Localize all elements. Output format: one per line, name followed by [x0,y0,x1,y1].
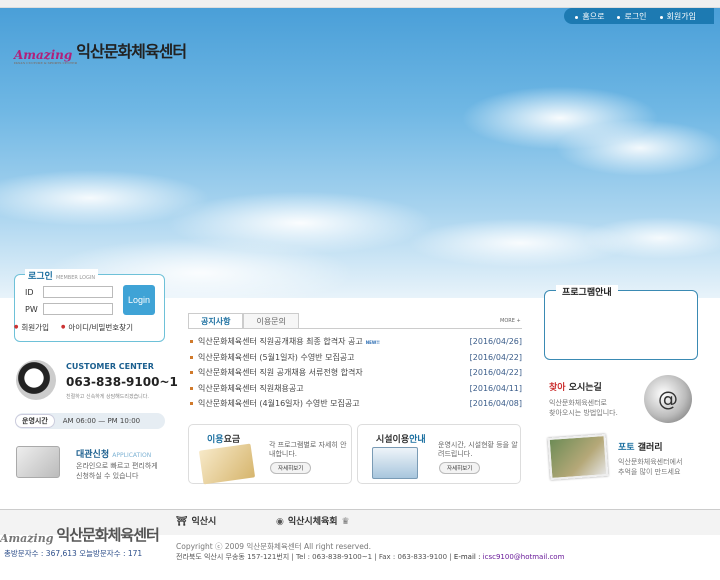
calculator-icon [198,443,256,485]
hours-label: 운영시간 [15,414,55,428]
list-item[interactable]: 익산문화체육센터 직원공개채용 최종 합격자 공고 NEW!! [2016/04/2… [190,334,522,350]
top-strip [0,0,720,8]
copyright: Copyright ⓒ 2009 익산문화체육센터 All right rese… [176,542,371,551]
program-title[interactable]: 프로그램안내 [556,285,618,298]
top-nav: 홈으로 로그인 회원가입 [564,8,714,24]
operating-hours: 운영시간 AM 06:00 — PM 10:00 [15,413,165,429]
list-item[interactable]: 익산문화체육센터 직원 공개채용 서류전형 합격자 [2016/04/22] [190,365,522,381]
nav-join-link[interactable]: 회원가입 [657,11,706,22]
login-title: 로그인 MEMBER LOGIN [25,269,99,282]
fee-detail-button[interactable]: 자세히보기 [270,462,312,474]
footer-logo-mark: Amazing [0,532,54,545]
id-label: ID [25,287,34,297]
facility-detail-button[interactable]: 자세히보기 [439,462,481,474]
email-link[interactable]: icsc9100@hotmail.com [483,553,565,561]
notice-date: [2016/04/08] [469,399,522,409]
login-button[interactable]: Login [123,285,155,315]
id-row: ID [25,286,113,298]
notice-tabs: 공지사항 이용문의 [188,313,299,329]
facility-desc: 운영시간, 시설현황 등을 알려드립니다. [438,441,518,458]
tab-notice[interactable]: 공지사항 [188,313,244,329]
address: 전라북도 익산시 무송동 157-121번지 | Tel : 063-838-9… [176,553,565,561]
login-links: 회원가입 아이디/비밀번호찾기 [14,322,133,333]
notice-date: [2016/04/22] [469,352,522,362]
notice-date: [2016/04/11] [469,383,522,393]
pw-row: PW [25,303,113,315]
notice-list: 익산문화체육센터 직원공개채용 최종 합격자 공고 NEW!! [2016/04/2… [190,334,522,412]
laptop-icon[interactable] [16,446,60,478]
customer-phone: 063-838-9100~1 [66,375,178,389]
application-desc: 온라인으로 빠르고 편리하게 신청하실 수 있습니다 [76,462,158,480]
notice-date: [2016/04/22] [469,368,522,378]
more-link[interactable]: MORE + [500,318,521,324]
facility-title: 시설이용안내 [376,435,426,445]
hours-value: AM 06:00 — PM 10:00 [62,417,141,425]
notice-date: [2016/04/26] [469,337,522,347]
logo-mark: Amazing IKSAN CULTURE & SPORTS CENTER [14,48,77,65]
calendar-icon [372,447,418,479]
fee-desc: 각 프로그램별로 자세히 안내합니다. [269,441,347,458]
gallery-title[interactable]: 포토 갤러리 [618,440,663,453]
program-box[interactable] [544,290,698,360]
site-logo[interactable]: Amazing IKSAN CULTURE & SPORTS CENTER 익산문… [14,38,187,65]
logo-text: 익산문화체육센터 [76,42,187,61]
iksan-city-link[interactable]: 익산시 [176,514,216,527]
directions-desc: 익산문화체육센터로 찾아오시는 방법입니다. [549,399,618,417]
tab-divider [188,328,522,329]
visitor-count: 총방문자수 : 367,613 오늘방문자수 : 171 [4,549,143,558]
customer-subtext: 친절하고 신속하게 상담해드리겠습니다. [66,394,149,400]
list-item[interactable]: 익산문화체육센터 (4월16일자) 수영반 모집공고 [2016/04/08] [190,396,522,412]
pw-label: PW [25,304,38,314]
fee-title: 이용요금 [207,435,241,445]
find-account-link[interactable]: 아이디/비밀번호찾기 [61,322,133,333]
password-input[interactable] [43,303,113,315]
nav-login-link[interactable]: 로그인 [614,11,656,22]
application-title[interactable]: 대관신청 APPLICATION [76,447,151,460]
footer-logo: Amazing 익산문화체육센터 [0,524,160,545]
coffee-cup-icon [16,360,56,400]
footer-logo-text: 익산문화체육센터 [56,526,159,544]
fee-box: 이용요금 각 프로그램별로 자세히 안내합니다. 자세히보기 [188,424,352,485]
logo-subtitle: IKSAN CULTURE & SPORTS CENTER [14,61,77,65]
gallery-desc: 익산문화체육센터에서 추억을 많이 만드세요 [618,458,683,476]
nav-home-link[interactable]: 홈으로 [572,11,614,22]
list-item[interactable]: 익산문화체육센터 직원채용공고 [2016/04/11] [190,381,522,397]
gallery-thumbnail[interactable] [547,434,609,480]
directions-title[interactable]: 찾아 오시는길 [549,380,602,393]
tab-inquiry[interactable]: 이용문의 [243,313,299,329]
list-item[interactable]: 익산문화체육센터 (5월1일자) 수영반 모집공고 [2016/04/22] [190,350,522,366]
join-link[interactable]: 회원가입 [14,322,49,333]
email-at-icon[interactable] [644,375,692,423]
id-input[interactable] [43,286,113,298]
customer-center-title: CUSTOMER CENTER [66,362,154,371]
sports-council-link[interactable]: 익산시체육회 [276,514,350,527]
page: 홈으로 로그인 회원가입 Amazing IKSAN CULTURE & SPOR… [0,0,720,580]
facility-box: 시설이용안내 운영시간, 시설현황 등을 알려드립니다. 자세히보기 [357,424,521,484]
new-badge: NEW!! [365,340,380,346]
